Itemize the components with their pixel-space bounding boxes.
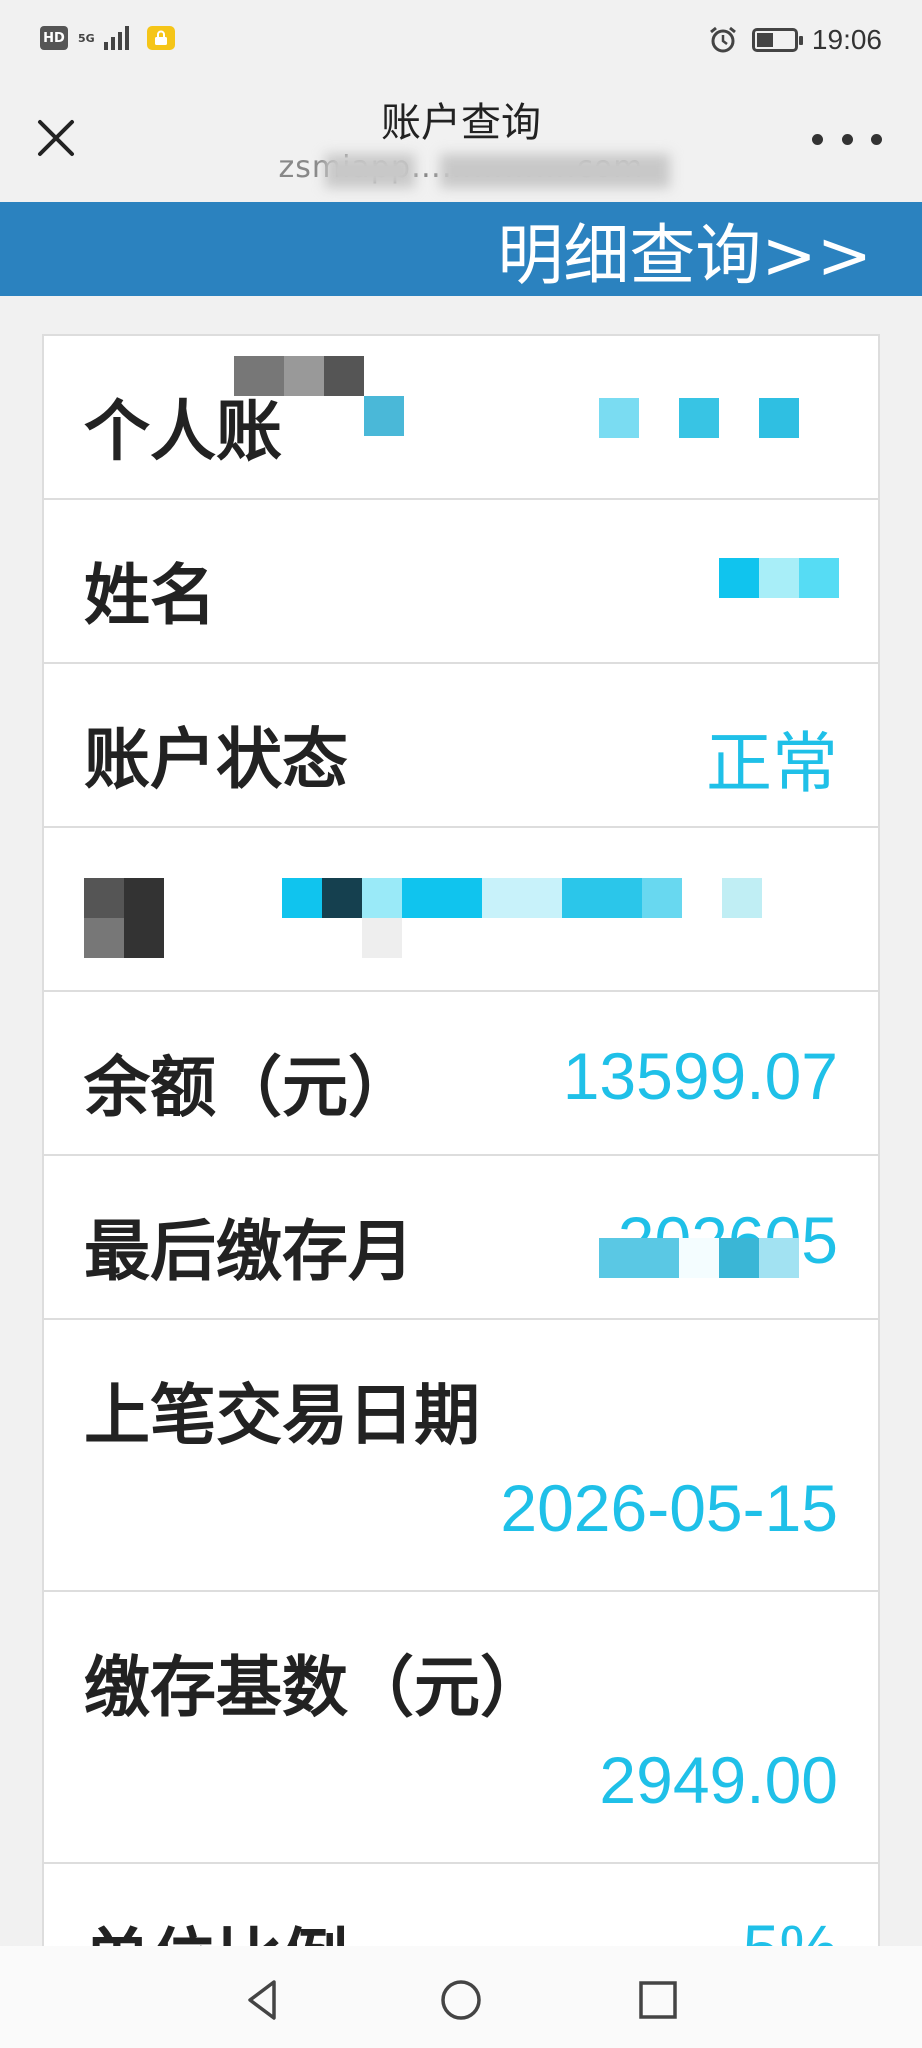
dot-icon — [812, 133, 823, 145]
redaction-mosaic — [362, 918, 402, 958]
status-time: 19:06 — [811, 24, 882, 55]
row-value: 正常 — [706, 726, 838, 800]
row-value: 2026-05-15 — [500, 1471, 838, 1545]
account-row-balance: 余额（元） 13599.07 — [44, 992, 878, 1156]
row-label: 余额（元） — [84, 1049, 414, 1126]
account-row-redacted — [44, 828, 878, 992]
redaction-mosaic — [562, 878, 642, 918]
lock-icon — [147, 26, 175, 50]
redaction-mosaic — [679, 398, 719, 438]
status-bar: HD 5G 19:06 — [0, 0, 922, 84]
signal-icon — [104, 26, 129, 50]
redaction-mosaic — [124, 878, 164, 958]
url-redaction — [440, 154, 670, 188]
account-row-last-deposit-month: 最后缴存月 202605 — [44, 1156, 878, 1320]
dot-icon — [871, 133, 882, 145]
redaction-mosaic — [719, 1238, 759, 1278]
redaction-mosaic — [722, 878, 762, 918]
redaction-mosaic — [759, 1238, 799, 1278]
redaction-mosaic — [322, 878, 362, 918]
account-row-status: 账户状态 正常 — [44, 664, 878, 828]
battery-icon — [751, 28, 803, 52]
account-row-personal-account: 个人账 — [44, 336, 878, 500]
redaction-mosaic — [402, 878, 482, 918]
redaction-mosaic — [599, 398, 639, 438]
redaction-mosaic — [719, 558, 759, 598]
nav-home-button[interactable] — [437, 1976, 485, 2024]
account-row-deposit-base: 缴存基数（元） 2949.00 — [44, 1592, 878, 1864]
redaction-mosaic — [362, 878, 402, 918]
redaction-mosaic — [759, 398, 799, 438]
system-nav-bar — [0, 1946, 922, 2048]
nav-recents-button[interactable] — [634, 1976, 682, 2024]
redaction-mosaic — [84, 918, 124, 958]
row-label: 上笔交易日期 — [84, 1377, 480, 1454]
more-menu-button[interactable] — [812, 114, 882, 164]
row-value: 2949.00 — [599, 1743, 838, 1817]
row-value: 13599.07 — [562, 1039, 838, 1113]
status-left: HD 5G — [40, 26, 175, 50]
status-right: 19:06 — [708, 24, 882, 56]
detail-banner: 明细查询>> — [0, 202, 922, 296]
redaction-mosaic — [364, 396, 404, 436]
row-label: 账户状态 — [84, 721, 348, 798]
hd-icon: HD — [40, 26, 68, 50]
app-screen: HD 5G 19:06 账户查询 明细查询>> 个人账 姓名 账户状态 正常 余… — [0, 0, 922, 2048]
redaction-mosaic — [284, 356, 324, 396]
redaction-mosaic — [599, 1238, 679, 1278]
redaction-mosaic — [799, 558, 839, 598]
redaction-mosaic — [482, 878, 562, 918]
redaction-mosaic — [234, 356, 284, 396]
network-type: 5G — [78, 31, 95, 45]
redaction-mosaic — [324, 356, 364, 396]
row-label: 最后缴存月 — [84, 1213, 414, 1290]
redaction-mosaic — [759, 558, 799, 598]
home-circle-icon — [441, 1980, 481, 2020]
account-card: 个人账 姓名 账户状态 正常 余额（元） 13599.07 最后缴存月 上笔交易… — [42, 334, 880, 2048]
url-redaction — [325, 154, 415, 188]
alarm-icon — [709, 26, 736, 53]
nav-back-button[interactable] — [240, 1976, 288, 2024]
redaction-mosaic — [282, 878, 322, 918]
recents-square-icon — [639, 1981, 677, 2019]
title-bar: 账户查询 zsmiapp…………….com — [0, 84, 922, 202]
dot-icon — [841, 133, 853, 145]
redaction-mosaic — [679, 1238, 719, 1278]
redaction-mosaic — [84, 878, 124, 918]
account-row-last-transaction-date: 上笔交易日期 2026-05-15 — [44, 1320, 878, 1592]
page-title: 账户查询 — [381, 100, 541, 146]
account-row-name: 姓名 — [44, 500, 878, 664]
row-label: 缴存基数（元） — [84, 1649, 546, 1726]
row-label: 姓名 — [84, 557, 216, 634]
redaction-mosaic — [642, 878, 682, 918]
detail-query-link[interactable]: 明细查询>> — [497, 216, 872, 295]
back-triangle-icon — [248, 1980, 276, 2020]
